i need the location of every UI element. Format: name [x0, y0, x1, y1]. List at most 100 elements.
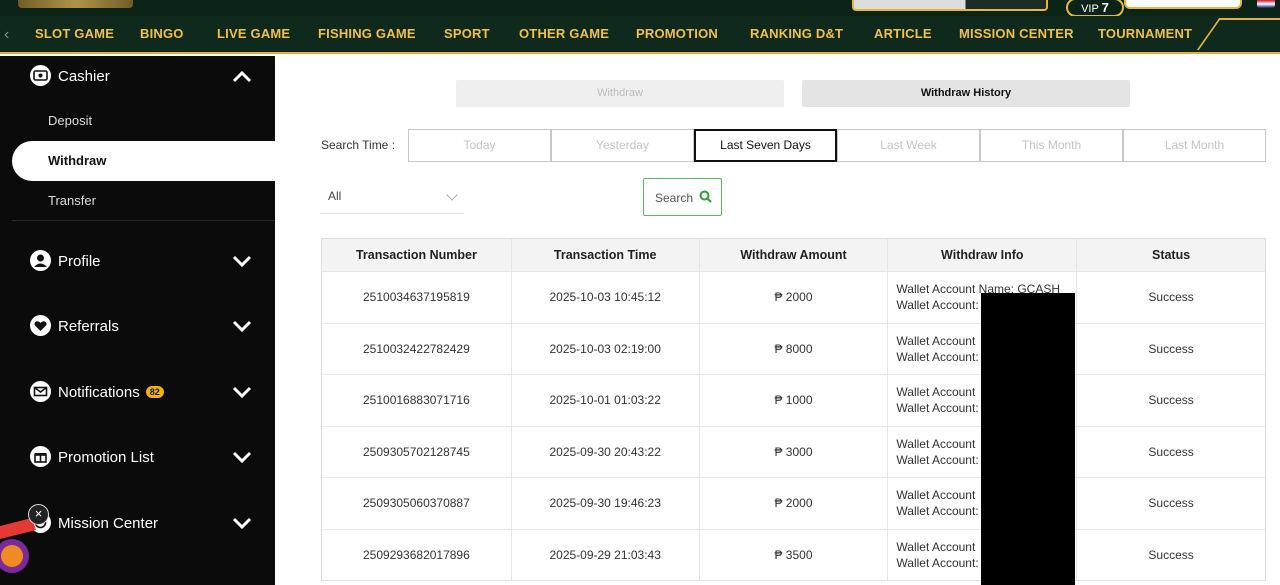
sidebar: Cashier Deposit Withdraw Transfer Profil… — [0, 56, 275, 585]
col-withdraw-amount: Withdraw Amount — [698, 239, 888, 271]
cell-withdraw-amount: ₱ 2000 — [698, 478, 888, 529]
cell-status: Success — [1076, 529, 1265, 580]
col-withdraw-info: Withdraw Info — [887, 239, 1076, 271]
cell-transaction-number: 2509305060370887 — [363, 496, 470, 511]
sidebar-notifications[interactable]: Notifications 82 — [0, 372, 275, 412]
main-content: Withdraw Withdraw History Search Time : … — [275, 56, 1280, 585]
withdraw-info-line: Wallet Account — [896, 539, 976, 554]
col-transaction-time: Transaction Time — [510, 239, 699, 271]
withdraw-info-line: Wallet Account: — [896, 349, 979, 364]
sidebar-item-transfer[interactable]: Transfer — [48, 193, 96, 208]
search-time-label: Search Time : — [321, 138, 396, 152]
cell-transaction-number: 2510016883071716 — [363, 393, 470, 408]
cell-status: Success — [1076, 426, 1265, 477]
cell-transaction-time: 2025-09-29 21:03:43 — [510, 529, 699, 580]
chevron-down-icon[interactable] — [232, 254, 252, 268]
nav-slot-game[interactable]: SLOT GAME — [35, 16, 114, 52]
col-transaction-number: Transaction Number — [355, 248, 477, 262]
nav-tournament[interactable]: TOURNAMENT — [1098, 16, 1192, 52]
referrals-label: Referrals — [58, 318, 119, 335]
gift-icon — [30, 446, 51, 467]
status-select-value: All — [328, 189, 342, 203]
sidebar-referrals[interactable]: Referrals — [0, 306, 275, 346]
range-last-seven-days[interactable]: Last Seven Days — [694, 129, 837, 162]
table-body: 2510034637195819 2025-10-03 10:45:12 ₱ 200… — [322, 271, 1265, 580]
cell-transaction-number: 2510032422782429 — [363, 341, 470, 356]
chevron-down-icon — [446, 189, 458, 201]
sidebar-cashier[interactable]: Cashier — [0, 56, 275, 96]
withdraw-info-line: Wallet Account: — [896, 504, 979, 519]
cell-withdraw-amount: ₱ 8000 — [698, 323, 888, 374]
sidebar-divider — [12, 220, 275, 221]
table-row: 2509293682017896 2025-09-29 21:03:43 ₱ 350… — [322, 528, 1265, 580]
nav-other-game[interactable]: OTHER GAME — [519, 16, 609, 52]
chevron-down-icon[interactable] — [232, 516, 252, 530]
chevron-down-icon[interactable] — [232, 385, 252, 399]
cell-transaction-number: 2509305702128745 — [363, 444, 470, 459]
nav-bingo[interactable]: BINGO — [140, 16, 184, 52]
withdraw-info-line: Wallet Account — [896, 385, 976, 400]
mission-center-label: Mission Center — [58, 515, 159, 532]
chevron-down-icon[interactable] — [232, 319, 252, 333]
cell-transaction-time: 2025-09-30 19:46:23 — [510, 478, 699, 529]
nav-live-game[interactable]: LIVE GAME — [217, 16, 290, 52]
site-logo[interactable] — [18, 0, 133, 8]
sidebar-item-withdraw-label: Withdraw — [48, 153, 107, 168]
withdraw-info-line: Wallet Account — [896, 488, 976, 503]
nav-promotion[interactable]: PROMOTION — [636, 16, 718, 52]
sidebar-item-withdraw[interactable]: Withdraw — [12, 141, 275, 181]
sidebar-promotion-list[interactable]: Promotion List — [0, 437, 275, 477]
tab-withdraw[interactable]: Withdraw — [456, 80, 784, 107]
notifications-label: Notifications 82 — [58, 384, 164, 401]
range-yesterday[interactable]: Yesterday — [551, 129, 694, 162]
cell-transaction-time: 2025-09-30 20:43:22 — [510, 426, 699, 477]
range-today[interactable]: Today — [408, 129, 551, 162]
account-box[interactable] — [1124, 0, 1242, 9]
range-this-month[interactable]: This Month — [980, 129, 1123, 162]
nav-left-arrow-icon[interactable]: ‹ — [4, 26, 9, 44]
chevron-down-icon[interactable] — [232, 450, 252, 464]
cell-status: Success — [1076, 375, 1265, 426]
nav-article[interactable]: ARTICLE — [874, 16, 932, 52]
sidebar-profile[interactable]: Profile — [0, 241, 275, 281]
vip-badge[interactable]: VIP 7 — [1066, 0, 1124, 17]
range-last-week[interactable]: Last Week — [837, 129, 980, 162]
balance-box[interactable] — [852, 0, 1048, 11]
nav-sport[interactable]: SPORT — [444, 16, 490, 52]
withdraw-info-line: Wallet Account: — [896, 452, 979, 467]
search-icon — [699, 190, 712, 203]
nav-fishing-game[interactable]: FISHING GAME — [318, 16, 416, 52]
cashier-icon — [30, 65, 51, 86]
close-icon[interactable]: × — [28, 504, 49, 525]
vip-prefix: VIP — [1081, 3, 1099, 15]
cell-transaction-time: 2025-10-01 01:03:22 — [510, 375, 699, 426]
profile-label: Profile — [58, 253, 101, 270]
cell-withdraw-amount: ₱ 3000 — [698, 426, 888, 477]
envelope-icon — [30, 381, 51, 402]
withdraw-history-table: Transaction Number Transaction Time With… — [321, 238, 1266, 581]
main-nav: ‹ SLOT GAME BINGO LIVE GAME FISHING GAME… — [0, 16, 1280, 60]
nav-mission-center[interactable]: MISSION CENTER — [959, 16, 1074, 52]
range-last-month[interactable]: Last Month — [1123, 129, 1266, 162]
cell-status: Success — [1076, 323, 1265, 374]
redaction-block — [981, 293, 1075, 585]
cell-status: Success — [1076, 272, 1265, 323]
heart-icon — [30, 315, 51, 336]
withdraw-info-line: Wallet Account — [896, 436, 976, 451]
vip-level: 7 — [1101, 0, 1109, 15]
status-select[interactable]: All — [320, 180, 464, 214]
cell-transaction-number: 2510034637195819 — [363, 290, 470, 305]
table-header: Transaction Number Transaction Time With… — [322, 239, 1265, 271]
page: VIP 7 ‹ SLOT GAME BINGO LIVE GAME FISHIN… — [0, 0, 1280, 585]
withdraw-info-line: Wallet Account: — [896, 555, 979, 570]
notifications-text: Notifications — [58, 384, 140, 401]
sidebar-item-deposit[interactable]: Deposit — [48, 113, 92, 128]
search-button[interactable]: Search — [643, 178, 722, 216]
language-flag-icon[interactable] — [1257, 0, 1275, 8]
table-row: 2510032422782429 2025-10-03 02:19:00 ₱ 800… — [322, 322, 1265, 374]
nav-ranking[interactable]: RANKING D&T — [750, 16, 844, 60]
withdraw-info-line: Wallet Account: — [896, 401, 979, 416]
tab-withdraw-history[interactable]: Withdraw History — [802, 80, 1130, 107]
chevron-up-icon[interactable] — [232, 69, 252, 83]
cell-transaction-time: 2025-10-03 02:19:00 — [510, 323, 699, 374]
